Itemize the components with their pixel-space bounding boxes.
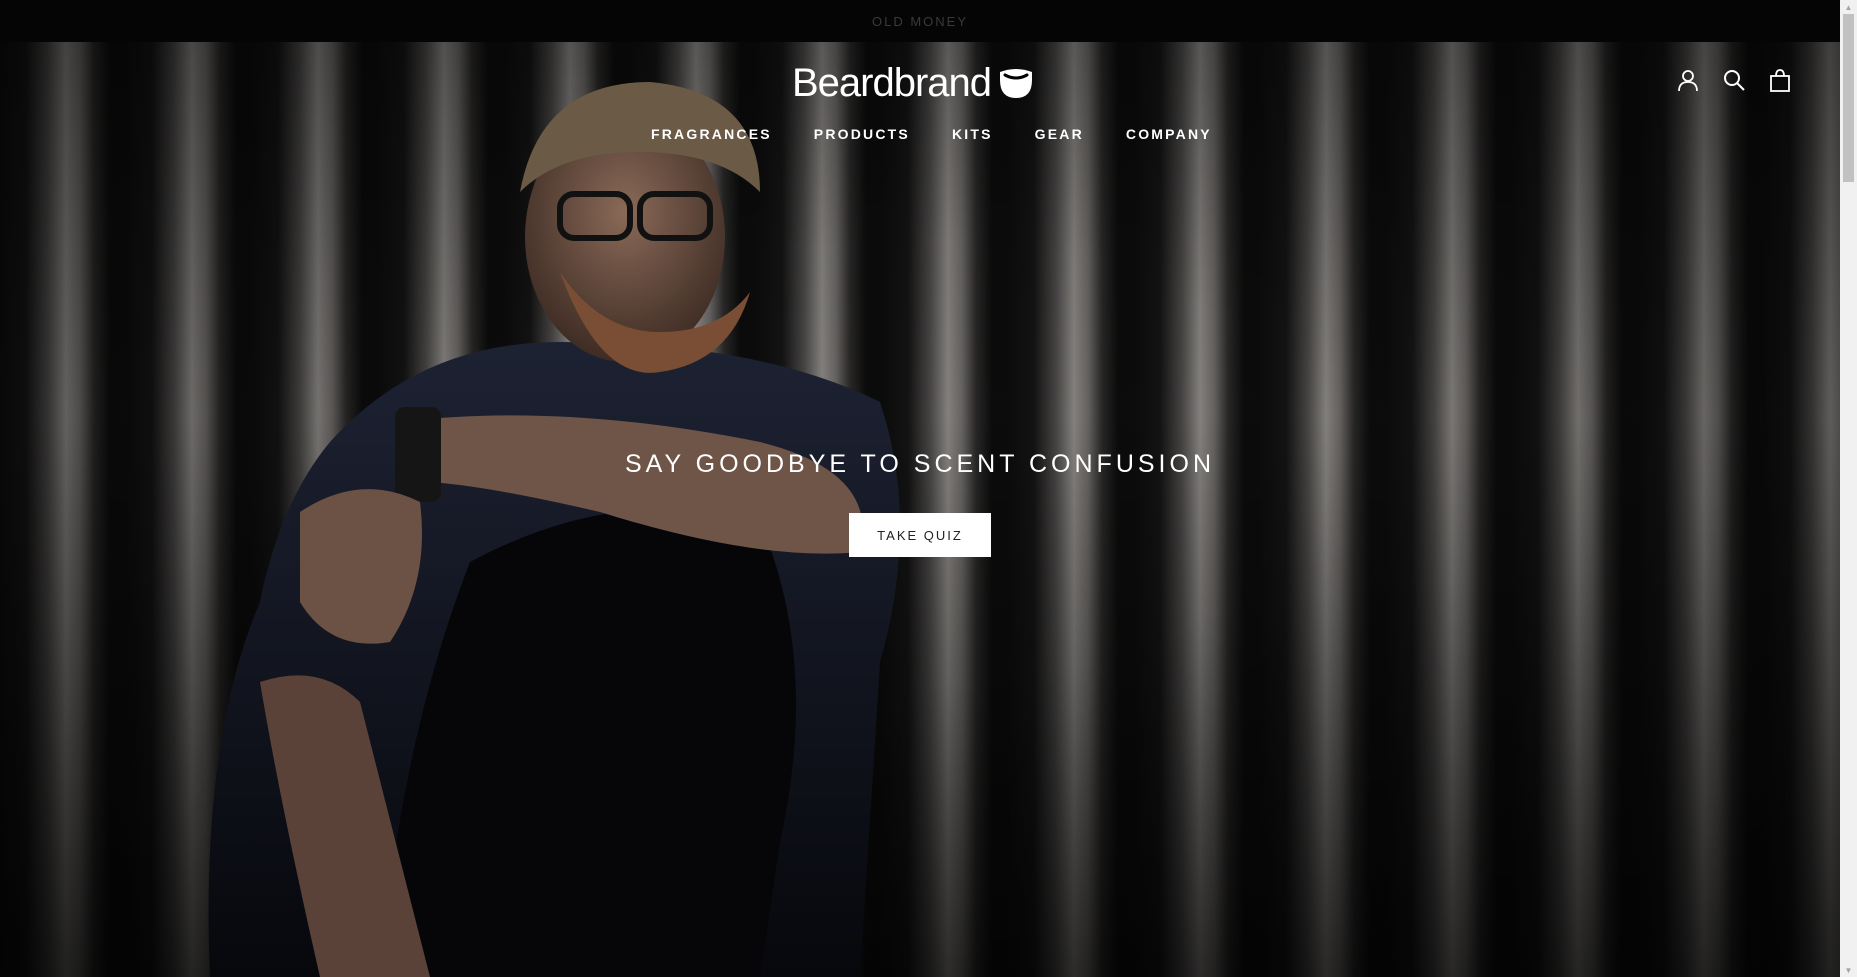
scroll-thumb[interactable]: [1843, 14, 1854, 182]
page: OLD MONEY Beardbrand FRAGRANCES PRODUCTS…: [0, 0, 1857, 977]
hero-content: SAY GOODBYE TO SCENT CONFUSION TAKE QUIZ: [0, 450, 1840, 557]
announcement-bar[interactable]: OLD MONEY: [0, 0, 1840, 42]
scroll-up-arrow-icon[interactable]: ▲: [1840, 0, 1857, 14]
nav-products[interactable]: PRODUCTS: [814, 126, 910, 142]
nav-gear[interactable]: GEAR: [1035, 126, 1084, 142]
logo-text: Beardbrand: [792, 60, 992, 105]
nav-kits[interactable]: KITS: [952, 126, 993, 142]
nav-company[interactable]: COMPANY: [1126, 126, 1212, 142]
logo[interactable]: Beardbrand: [792, 60, 1035, 106]
site-header: Beardbrand FRAGRANCES PRODUCTS KITS GEAR…: [0, 42, 1840, 162]
header-icons: [1676, 67, 1792, 93]
account-icon[interactable]: [1676, 67, 1700, 93]
scrollbar[interactable]: ▲ ▼: [1840, 0, 1857, 977]
nav-fragrances[interactable]: FRAGRANCES: [651, 126, 772, 142]
take-quiz-button[interactable]: TAKE QUIZ: [849, 513, 991, 557]
cart-icon[interactable]: [1768, 67, 1792, 93]
search-icon[interactable]: [1722, 67, 1746, 93]
announcement-text[interactable]: OLD MONEY: [872, 14, 968, 29]
hero-title: SAY GOODBYE TO SCENT CONFUSION: [624, 450, 1215, 478]
scroll-down-arrow-icon[interactable]: ▼: [1840, 963, 1857, 977]
beard-logo-icon: [1000, 69, 1033, 98]
